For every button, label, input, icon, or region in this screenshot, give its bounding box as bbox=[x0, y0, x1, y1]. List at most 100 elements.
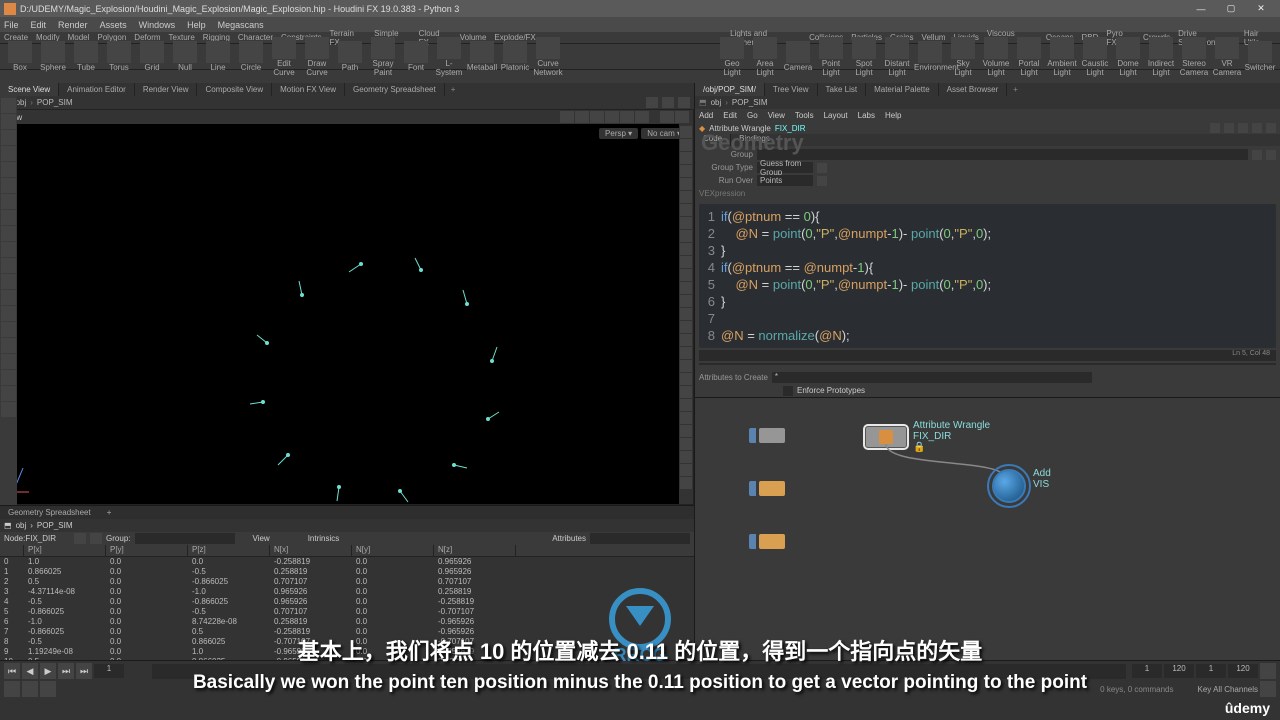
tool-grid[interactable] bbox=[140, 41, 164, 63]
tool-platonic[interactable] bbox=[503, 41, 527, 63]
param-menu-view[interactable]: View bbox=[768, 111, 785, 120]
viewport-display-icon[interactable] bbox=[680, 269, 692, 281]
param-list-icon[interactable] bbox=[1238, 123, 1248, 133]
viewport-btn-3[interactable] bbox=[590, 111, 604, 123]
viewport-tool-icon[interactable] bbox=[1, 402, 16, 417]
table-row[interactable]: 10.8660250.0-0.50.2588190.00.965926 bbox=[0, 567, 694, 577]
viewport-display-icon[interactable] bbox=[680, 191, 692, 203]
play-next-button[interactable]: ⏭ bbox=[58, 663, 74, 679]
frame-field[interactable]: 1 bbox=[94, 664, 124, 678]
spreadsheet-body[interactable]: 01.00.00.0-0.2588190.00.96592610.8660250… bbox=[0, 557, 694, 660]
play-first-button[interactable]: ⏮ bbox=[4, 663, 20, 679]
scene-path-bar[interactable]: ⬒ obj › POP_SIM bbox=[0, 96, 694, 109]
viewport-display-icon[interactable] bbox=[680, 230, 692, 242]
pane-tab[interactable]: Motion FX View bbox=[272, 83, 345, 96]
tool-l-system[interactable] bbox=[437, 37, 461, 59]
viewport-tool-icon[interactable] bbox=[1, 98, 16, 113]
mini-node-2[interactable] bbox=[749, 481, 785, 496]
table-row[interactable]: 3-4.37114e-080.0-1.00.9659260.00.258819 bbox=[0, 587, 694, 597]
param-menu-tools[interactable]: Tools bbox=[795, 111, 814, 120]
viewport-btn-2[interactable] bbox=[575, 111, 589, 123]
pane-tab[interactable]: Asset Browser bbox=[939, 83, 1008, 96]
tool-draw-curve[interactable] bbox=[305, 37, 329, 59]
tool-torus[interactable] bbox=[107, 41, 131, 63]
viewport-display-icon[interactable] bbox=[680, 347, 692, 359]
param-flag-icon[interactable] bbox=[1224, 123, 1234, 133]
menu-help[interactable]: Help bbox=[187, 20, 206, 30]
key-menu-chevron-icon[interactable] bbox=[1260, 681, 1276, 697]
minimize-button[interactable]: — bbox=[1186, 1, 1216, 16]
tool-area-light[interactable] bbox=[753, 37, 777, 59]
viewport-btn-1[interactable] bbox=[560, 111, 574, 123]
param-menu-edit[interactable]: Edit bbox=[723, 111, 737, 120]
ss-points-icon[interactable] bbox=[74, 533, 86, 544]
viewport-tool-icon[interactable] bbox=[1, 162, 16, 177]
ss-view-label[interactable]: View bbox=[253, 534, 270, 543]
table-row[interactable]: 5-0.8660250.0-0.50.7071070.0-0.707107 bbox=[0, 607, 694, 617]
scope-button[interactable] bbox=[40, 681, 56, 697]
play-prev-button[interactable]: ◀ bbox=[22, 663, 38, 679]
range-end2[interactable]: 120 bbox=[1228, 664, 1258, 678]
viewport-display-icon[interactable] bbox=[680, 451, 692, 463]
viewport-tool-icon[interactable] bbox=[1, 338, 16, 353]
viewport-display-icon[interactable] bbox=[680, 256, 692, 268]
tool-dome-light[interactable] bbox=[1116, 37, 1140, 59]
tool-portal-light[interactable] bbox=[1017, 37, 1041, 59]
tool-circle[interactable] bbox=[239, 41, 263, 63]
range-lock-icon[interactable] bbox=[1260, 663, 1276, 679]
table-row[interactable]: 20.50.0-0.8660250.7071070.00.707107 bbox=[0, 577, 694, 587]
menu-assets[interactable]: Assets bbox=[100, 20, 127, 30]
node-vis[interactable] bbox=[992, 469, 1026, 503]
tool-spot-light[interactable] bbox=[852, 37, 876, 59]
viewport-tool-icon[interactable] bbox=[1, 146, 16, 161]
param-path-bar[interactable]: ⬒ obj › POP_SIM bbox=[695, 96, 1280, 109]
path-help-button[interactable] bbox=[678, 97, 690, 108]
viewport-display-icon[interactable] bbox=[680, 477, 692, 489]
spreadsheet-tab[interactable]: Geometry Spreadsheet bbox=[0, 508, 99, 517]
pane-tab[interactable]: Take List bbox=[818, 83, 867, 96]
viewport-tool-icon[interactable] bbox=[1, 274, 16, 289]
tool-camera[interactable] bbox=[786, 41, 810, 63]
pane-tab[interactable]: Material Palette bbox=[866, 83, 939, 96]
viewport-display-icon[interactable] bbox=[680, 438, 692, 450]
viewport-tool-icon[interactable] bbox=[1, 370, 16, 385]
pane-tab[interactable]: Scene View bbox=[0, 83, 59, 96]
viewport-btn-5[interactable] bbox=[620, 111, 634, 123]
tool-switcher[interactable] bbox=[1248, 41, 1272, 63]
tool-metaball[interactable] bbox=[470, 41, 494, 63]
auto-key-button[interactable] bbox=[4, 681, 20, 697]
param-info-icon[interactable] bbox=[1266, 123, 1276, 133]
tab-code[interactable]: Code bbox=[695, 134, 731, 146]
viewport-display-icon[interactable] bbox=[680, 204, 692, 216]
menu-render[interactable]: Render bbox=[58, 20, 88, 30]
tool-distant-light[interactable] bbox=[885, 37, 909, 59]
tool-sphere[interactable] bbox=[41, 41, 65, 63]
node-attr-wrangle[interactable]: Attribute Wrangle FIX_DIR 🔒 bbox=[865, 420, 990, 453]
tool-indirect-light[interactable] bbox=[1149, 37, 1173, 59]
tool-box[interactable] bbox=[8, 41, 32, 63]
range-start2[interactable]: 1 bbox=[1196, 664, 1226, 678]
tool-line[interactable] bbox=[206, 41, 230, 63]
viewport-tool-icon[interactable] bbox=[1, 322, 16, 337]
path-plus-button[interactable] bbox=[646, 97, 658, 108]
viewport-display-icon[interactable] bbox=[680, 399, 692, 411]
pane-tab[interactable]: Render View bbox=[135, 83, 198, 96]
range-end[interactable]: 120 bbox=[1164, 664, 1194, 678]
viewport-tool-icon[interactable] bbox=[1, 210, 16, 225]
path-seg-sim[interactable]: POP_SIM bbox=[37, 98, 73, 107]
viewport-tool-icon[interactable] bbox=[1, 386, 16, 401]
viewport-display-icon[interactable] bbox=[680, 126, 692, 138]
tool-curve-network[interactable] bbox=[536, 37, 560, 59]
param-menu-add[interactable]: Add bbox=[699, 111, 713, 120]
viewport-display-icon[interactable] bbox=[680, 217, 692, 229]
group-picker-icon[interactable] bbox=[1252, 150, 1262, 160]
viewport-display-icon[interactable] bbox=[680, 178, 692, 190]
viewport-display-icon[interactable] bbox=[680, 412, 692, 424]
viewport-btn-6[interactable] bbox=[635, 111, 649, 123]
tool-path[interactable] bbox=[338, 41, 362, 63]
param-menu-layout[interactable]: Layout bbox=[824, 111, 848, 120]
viewport-display-icon[interactable] bbox=[680, 243, 692, 255]
viewport-tool-icon[interactable] bbox=[1, 306, 16, 321]
network-view[interactable]: Attribute Wrangle FIX_DIR 🔒 Add VIS bbox=[695, 397, 1280, 660]
table-row[interactable]: 4-0.50.0-0.8660250.9659260.0-0.258819 bbox=[0, 597, 694, 607]
